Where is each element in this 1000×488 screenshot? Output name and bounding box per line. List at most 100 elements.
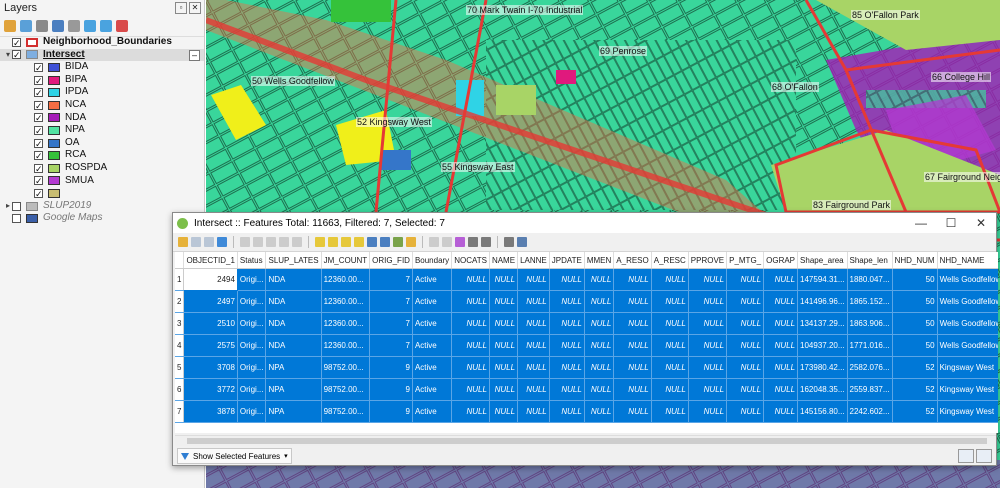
table-cell[interactable]: 2575 (183, 334, 238, 357)
table-cell[interactable]: Origi... (237, 334, 267, 357)
table-cell[interactable]: 12360.00... (321, 290, 371, 313)
field-calculator-icon[interactable] (455, 237, 465, 247)
symbol-swatch[interactable] (48, 138, 60, 148)
table-cell[interactable]: Active (412, 378, 453, 401)
table-cell[interactable]: 1771.016... (847, 334, 893, 357)
show-selected-features-button[interactable]: Show Selected Features ▾ (177, 448, 292, 464)
filter-expression-icon[interactable] (68, 20, 80, 32)
table-cell[interactable]: Active (412, 290, 453, 313)
table-cell[interactable]: 2559.837... (847, 378, 893, 401)
table-cell[interactable]: NULL (763, 290, 799, 313)
table-cell[interactable]: 9 (369, 356, 413, 379)
table-cell[interactable]: NULL (726, 356, 765, 379)
table-cell[interactable]: Origi... (237, 356, 267, 379)
column-header[interactable]: SLUP_LATES (265, 252, 322, 269)
expand-all-icon[interactable] (84, 20, 96, 32)
layer-checkbox[interactable]: ✓ (12, 37, 21, 47)
layer-row[interactable]: ✓ OA (0, 137, 204, 150)
table-view-button[interactable] (976, 449, 992, 463)
copy-icon[interactable] (279, 237, 289, 247)
collapse-all-icon[interactable] (100, 20, 112, 32)
table-cell[interactable]: Kingsway West (937, 400, 998, 423)
table-cell[interactable]: NULL (549, 400, 585, 423)
table-cell[interactable]: NULL (451, 312, 490, 335)
table-cell[interactable]: 3772 (183, 378, 238, 401)
eye-icon[interactable] (36, 20, 48, 32)
table-cell[interactable]: NULL (517, 290, 550, 313)
table-cell[interactable]: 134137.29... (797, 312, 848, 335)
table-cell[interactable]: NULL (613, 334, 652, 357)
table-cell[interactable]: NULL (517, 312, 550, 335)
table-cell[interactable]: NULL (549, 334, 585, 357)
remove-layer-icon[interactable] (116, 20, 128, 32)
table-cell[interactable]: NULL (613, 290, 652, 313)
layer-checkbox[interactable] (12, 201, 21, 211)
symbol-swatch[interactable] (48, 100, 60, 110)
layer-checkbox[interactable] (12, 214, 21, 224)
table-cell[interactable]: NULL (651, 356, 689, 379)
table-cell[interactable]: NDA (265, 268, 322, 291)
table-cell[interactable]: NULL (584, 400, 615, 423)
table-cell[interactable]: NULL (517, 334, 550, 357)
table-cell[interactable]: 52 (892, 378, 938, 401)
table-cell[interactable]: NULL (489, 356, 519, 379)
layer-checkbox[interactable]: ✓ (34, 113, 43, 123)
row-header[interactable]: 6 (175, 378, 185, 401)
table-cell[interactable]: 2510 (183, 312, 238, 335)
table-cell[interactable]: NULL (489, 334, 519, 357)
layer-row[interactable]: ✓ NDA (0, 112, 204, 125)
table-cell[interactable]: NULL (517, 356, 550, 379)
table-cell[interactable]: NULL (651, 400, 689, 423)
table-cell[interactable]: NULL (688, 378, 728, 401)
row-header[interactable]: 7 (175, 400, 185, 423)
table-cell[interactable]: 2497 (183, 290, 238, 313)
table-cell[interactable]: 50 (892, 268, 938, 291)
row-header[interactable]: 4 (175, 334, 185, 357)
table-cell[interactable]: NULL (726, 268, 765, 291)
table-cell[interactable]: 3878 (183, 400, 238, 423)
table-cell[interactable]: 145156.80... (797, 400, 848, 423)
table-cell[interactable]: NULL (517, 268, 550, 291)
table-cell[interactable]: NULL (763, 400, 799, 423)
table-cell[interactable]: Wells Goodfellow (937, 290, 998, 313)
table-cell[interactable]: NULL (688, 268, 728, 291)
layer-checkbox[interactable]: ✓ (34, 100, 43, 110)
conditional-format-icon[interactable] (468, 237, 478, 247)
table-cell[interactable]: NULL (651, 290, 689, 313)
table-cell[interactable]: Active (412, 356, 453, 379)
table-cell[interactable]: NULL (763, 312, 799, 335)
table-cell[interactable]: NULL (489, 290, 519, 313)
table-cell[interactable]: NULL (613, 268, 652, 291)
table-cell[interactable]: 2242.602... (847, 400, 893, 423)
table-cell[interactable]: NULL (549, 290, 585, 313)
table-cell[interactable]: 7 (369, 268, 413, 291)
layer-row[interactable]: ✓ NPA (0, 124, 204, 137)
symbol-swatch[interactable] (48, 88, 60, 98)
reload-icon[interactable] (217, 237, 227, 247)
layer-row[interactable]: ✓ SMUA (0, 175, 204, 188)
row-header[interactable]: 2 (175, 290, 185, 313)
table-cell[interactable]: NULL (726, 334, 765, 357)
corner-cell[interactable] (175, 252, 185, 269)
column-header[interactable]: Boundary (412, 252, 453, 269)
table-cell[interactable]: NULL (489, 268, 519, 291)
add-group-icon[interactable] (20, 20, 32, 32)
row-header[interactable]: 1 (175, 268, 185, 291)
table-cell[interactable]: Wells Goodfellow (937, 268, 998, 291)
table-cell[interactable]: 12360.00... (321, 312, 371, 335)
row-header[interactable]: 5 (175, 356, 185, 379)
move-selection-top-icon[interactable] (380, 237, 390, 247)
zoom-to-selected-icon[interactable] (406, 237, 416, 247)
table-cell[interactable]: NULL (451, 378, 490, 401)
close-panel-icon[interactable]: ✕ (189, 2, 201, 14)
table-cell[interactable]: NULL (613, 356, 652, 379)
layer-row[interactable]: ✓ IPDA (0, 86, 204, 99)
table-cell[interactable]: NULL (763, 268, 799, 291)
row-header[interactable]: 3 (175, 312, 185, 335)
layer-checkbox[interactable]: ✓ (34, 125, 43, 135)
column-header[interactable]: MMEN (584, 252, 615, 269)
table-cell[interactable]: NULL (517, 378, 550, 401)
table-cell[interactable]: NULL (651, 268, 689, 291)
column-header[interactable]: P_MTG_ (726, 252, 765, 269)
filter-select-icon[interactable] (367, 237, 377, 247)
